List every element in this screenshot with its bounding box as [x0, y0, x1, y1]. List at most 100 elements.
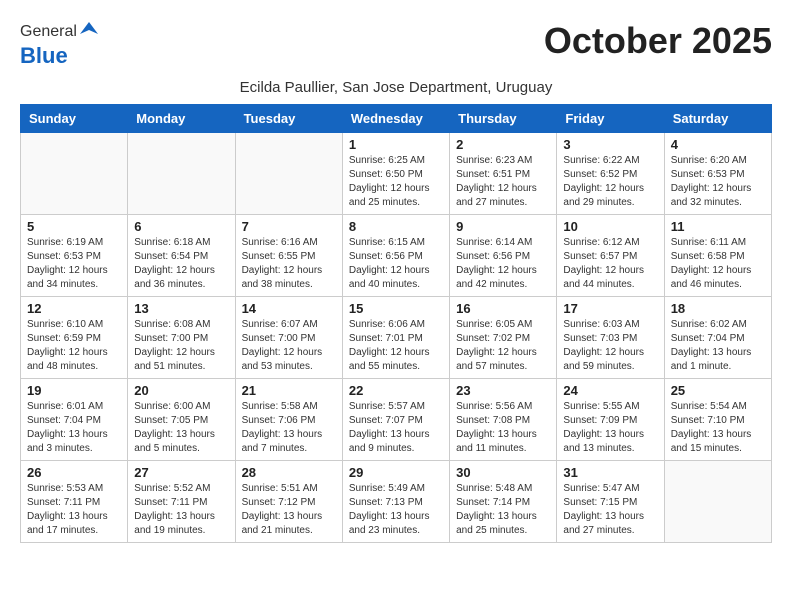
- month-title-block: October 2025: [544, 20, 772, 62]
- day-number: 14: [242, 301, 336, 316]
- day-info: Sunrise: 6:14 AM Sunset: 6:56 PM Dayligh…: [456, 236, 550, 292]
- calendar-cell: 11 Sunrise: 6:11 AM Sunset: 6:58 PM Dayli…: [664, 215, 771, 297]
- calendar-cell: 20Sunrise: 6:00 AM Sunset: 7:05 PM Dayli…: [128, 379, 235, 461]
- day-info: Sunrise: 6:15 AM Sunset: 6:56 PM Dayligh…: [349, 236, 443, 292]
- day-number: 20: [134, 383, 228, 398]
- calendar-cell: [128, 133, 235, 215]
- day-number: 30: [456, 465, 550, 480]
- day-number: 26: [27, 465, 121, 480]
- day-info: Sunrise: 5:47 AM Sunset: 7:15 PM Dayligh…: [563, 482, 657, 538]
- day-number: 9: [456, 219, 550, 234]
- logo-bird-icon: [80, 20, 98, 38]
- page-header: General Blue October 2025: [20, 20, 772, 69]
- day-number: 11: [671, 219, 765, 234]
- logo-blue-text: Blue: [20, 43, 68, 69]
- day-info: Sunrise: 6:20 AM Sunset: 6:53 PM Dayligh…: [671, 154, 765, 210]
- calendar-cell: 17 Sunrise: 6:03 AM Sunset: 7:03 PM Dayli…: [557, 297, 664, 379]
- calendar-cell: 19Sunrise: 6:01 AM Sunset: 7:04 PM Dayli…: [21, 379, 128, 461]
- day-number: 28: [242, 465, 336, 480]
- calendar-week-row: 5 Sunrise: 6:19 AM Sunset: 6:53 PM Daylig…: [21, 215, 772, 297]
- day-number: 31: [563, 465, 657, 480]
- day-number: 1: [349, 137, 443, 152]
- day-number: 5: [27, 219, 121, 234]
- day-info: Sunrise: 6:10 AM Sunset: 6:59 PM Dayligh…: [27, 318, 121, 374]
- weekday-header-tuesday: Tuesday: [235, 105, 342, 133]
- day-info: Sunrise: 6:05 AM Sunset: 7:02 PM Dayligh…: [456, 318, 550, 374]
- calendar-cell: [235, 133, 342, 215]
- day-number: 8: [349, 219, 443, 234]
- day-info: Sunrise: 6:01 AM Sunset: 7:04 PM Dayligh…: [27, 400, 121, 456]
- day-info: Sunrise: 5:55 AM Sunset: 7:09 PM Dayligh…: [563, 400, 657, 456]
- day-number: 18: [671, 301, 765, 316]
- day-info: Sunrise: 6:12 AM Sunset: 6:57 PM Dayligh…: [563, 236, 657, 292]
- weekday-header-monday: Monday: [128, 105, 235, 133]
- day-info: Sunrise: 6:07 AM Sunset: 7:00 PM Dayligh…: [242, 318, 336, 374]
- calendar-week-row: 19Sunrise: 6:01 AM Sunset: 7:04 PM Dayli…: [21, 379, 772, 461]
- day-info: Sunrise: 6:06 AM Sunset: 7:01 PM Dayligh…: [349, 318, 443, 374]
- day-number: 15: [349, 301, 443, 316]
- day-number: 21: [242, 383, 336, 398]
- day-info: Sunrise: 6:03 AM Sunset: 7:03 PM Dayligh…: [563, 318, 657, 374]
- calendar-cell: 29 Sunrise: 5:49 AM Sunset: 7:13 PM Dayli…: [342, 461, 449, 543]
- logo-general-text: General: [20, 23, 77, 41]
- day-number: 6: [134, 219, 228, 234]
- day-info: Sunrise: 6:25 AM Sunset: 6:50 PM Dayligh…: [349, 154, 443, 210]
- day-info: Sunrise: 5:52 AM Sunset: 7:11 PM Dayligh…: [134, 482, 228, 538]
- day-number: 23: [456, 383, 550, 398]
- day-info: Sunrise: 6:18 AM Sunset: 6:54 PM Dayligh…: [134, 236, 228, 292]
- calendar-cell: 5 Sunrise: 6:19 AM Sunset: 6:53 PM Daylig…: [21, 215, 128, 297]
- day-info: Sunrise: 6:16 AM Sunset: 6:55 PM Dayligh…: [242, 236, 336, 292]
- day-number: 17: [563, 301, 657, 316]
- day-number: 13: [134, 301, 228, 316]
- calendar-week-row: 1 Sunrise: 6:25 AM Sunset: 6:50 PM Daylig…: [21, 133, 772, 215]
- logo: General Blue: [20, 20, 98, 69]
- calendar-cell: 16 Sunrise: 6:05 AM Sunset: 7:02 PM Dayli…: [450, 297, 557, 379]
- calendar-table: SundayMondayTuesdayWednesdayThursdayFrid…: [20, 104, 772, 543]
- day-number: 24: [563, 383, 657, 398]
- day-number: 25: [671, 383, 765, 398]
- day-info: Sunrise: 5:57 AM Sunset: 7:07 PM Dayligh…: [349, 400, 443, 456]
- calendar-cell: 13 Sunrise: 6:08 AM Sunset: 7:00 PM Dayli…: [128, 297, 235, 379]
- calendar-cell: [21, 133, 128, 215]
- weekday-header-row: SundayMondayTuesdayWednesdayThursdayFrid…: [21, 105, 772, 133]
- day-info: Sunrise: 6:08 AM Sunset: 7:00 PM Dayligh…: [134, 318, 228, 374]
- day-info: Sunrise: 6:19 AM Sunset: 6:53 PM Dayligh…: [27, 236, 121, 292]
- day-number: 16: [456, 301, 550, 316]
- calendar-week-row: 12Sunrise: 6:10 AM Sunset: 6:59 PM Dayli…: [21, 297, 772, 379]
- calendar-cell: 25Sunrise: 5:54 AM Sunset: 7:10 PM Dayli…: [664, 379, 771, 461]
- calendar-cell: 30Sunrise: 5:48 AM Sunset: 7:14 PM Dayli…: [450, 461, 557, 543]
- calendar-cell: 9 Sunrise: 6:14 AM Sunset: 6:56 PM Daylig…: [450, 215, 557, 297]
- day-number: 22: [349, 383, 443, 398]
- weekday-header-sunday: Sunday: [21, 105, 128, 133]
- calendar-cell: 31 Sunrise: 5:47 AM Sunset: 7:15 PM Dayli…: [557, 461, 664, 543]
- calendar-cell: 24 Sunrise: 5:55 AM Sunset: 7:09 PM Dayli…: [557, 379, 664, 461]
- calendar-cell: 2 Sunrise: 6:23 AM Sunset: 6:51 PM Daylig…: [450, 133, 557, 215]
- month-title: October 2025: [544, 20, 772, 62]
- calendar-cell: 12Sunrise: 6:10 AM Sunset: 6:59 PM Dayli…: [21, 297, 128, 379]
- calendar-cell: 23 Sunrise: 5:56 AM Sunset: 7:08 PM Dayli…: [450, 379, 557, 461]
- calendar-week-row: 26Sunrise: 5:53 AM Sunset: 7:11 PM Dayli…: [21, 461, 772, 543]
- day-info: Sunrise: 5:58 AM Sunset: 7:06 PM Dayligh…: [242, 400, 336, 456]
- day-number: 7: [242, 219, 336, 234]
- day-number: 10: [563, 219, 657, 234]
- calendar-cell: 3 Sunrise: 6:22 AM Sunset: 6:52 PM Daylig…: [557, 133, 664, 215]
- calendar-cell: 10 Sunrise: 6:12 AM Sunset: 6:57 PM Dayli…: [557, 215, 664, 297]
- calendar-cell: 14 Sunrise: 6:07 AM Sunset: 7:00 PM Dayli…: [235, 297, 342, 379]
- calendar-cell: 28Sunrise: 5:51 AM Sunset: 7:12 PM Dayli…: [235, 461, 342, 543]
- day-info: Sunrise: 6:11 AM Sunset: 6:58 PM Dayligh…: [671, 236, 765, 292]
- calendar-cell: 21 Sunrise: 5:58 AM Sunset: 7:06 PM Dayli…: [235, 379, 342, 461]
- location-subtitle: Ecilda Paullier, San Jose Department, Ur…: [20, 79, 772, 96]
- day-info: Sunrise: 6:02 AM Sunset: 7:04 PM Dayligh…: [671, 318, 765, 374]
- day-info: Sunrise: 6:23 AM Sunset: 6:51 PM Dayligh…: [456, 154, 550, 210]
- weekday-header-saturday: Saturday: [664, 105, 771, 133]
- day-number: 27: [134, 465, 228, 480]
- day-number: 3: [563, 137, 657, 152]
- calendar-cell: 27 Sunrise: 5:52 AM Sunset: 7:11 PM Dayli…: [128, 461, 235, 543]
- day-number: 2: [456, 137, 550, 152]
- day-number: 4: [671, 137, 765, 152]
- day-number: 29: [349, 465, 443, 480]
- day-info: Sunrise: 5:56 AM Sunset: 7:08 PM Dayligh…: [456, 400, 550, 456]
- calendar-cell: 26Sunrise: 5:53 AM Sunset: 7:11 PM Dayli…: [21, 461, 128, 543]
- day-info: Sunrise: 5:49 AM Sunset: 7:13 PM Dayligh…: [349, 482, 443, 538]
- day-info: Sunrise: 6:22 AM Sunset: 6:52 PM Dayligh…: [563, 154, 657, 210]
